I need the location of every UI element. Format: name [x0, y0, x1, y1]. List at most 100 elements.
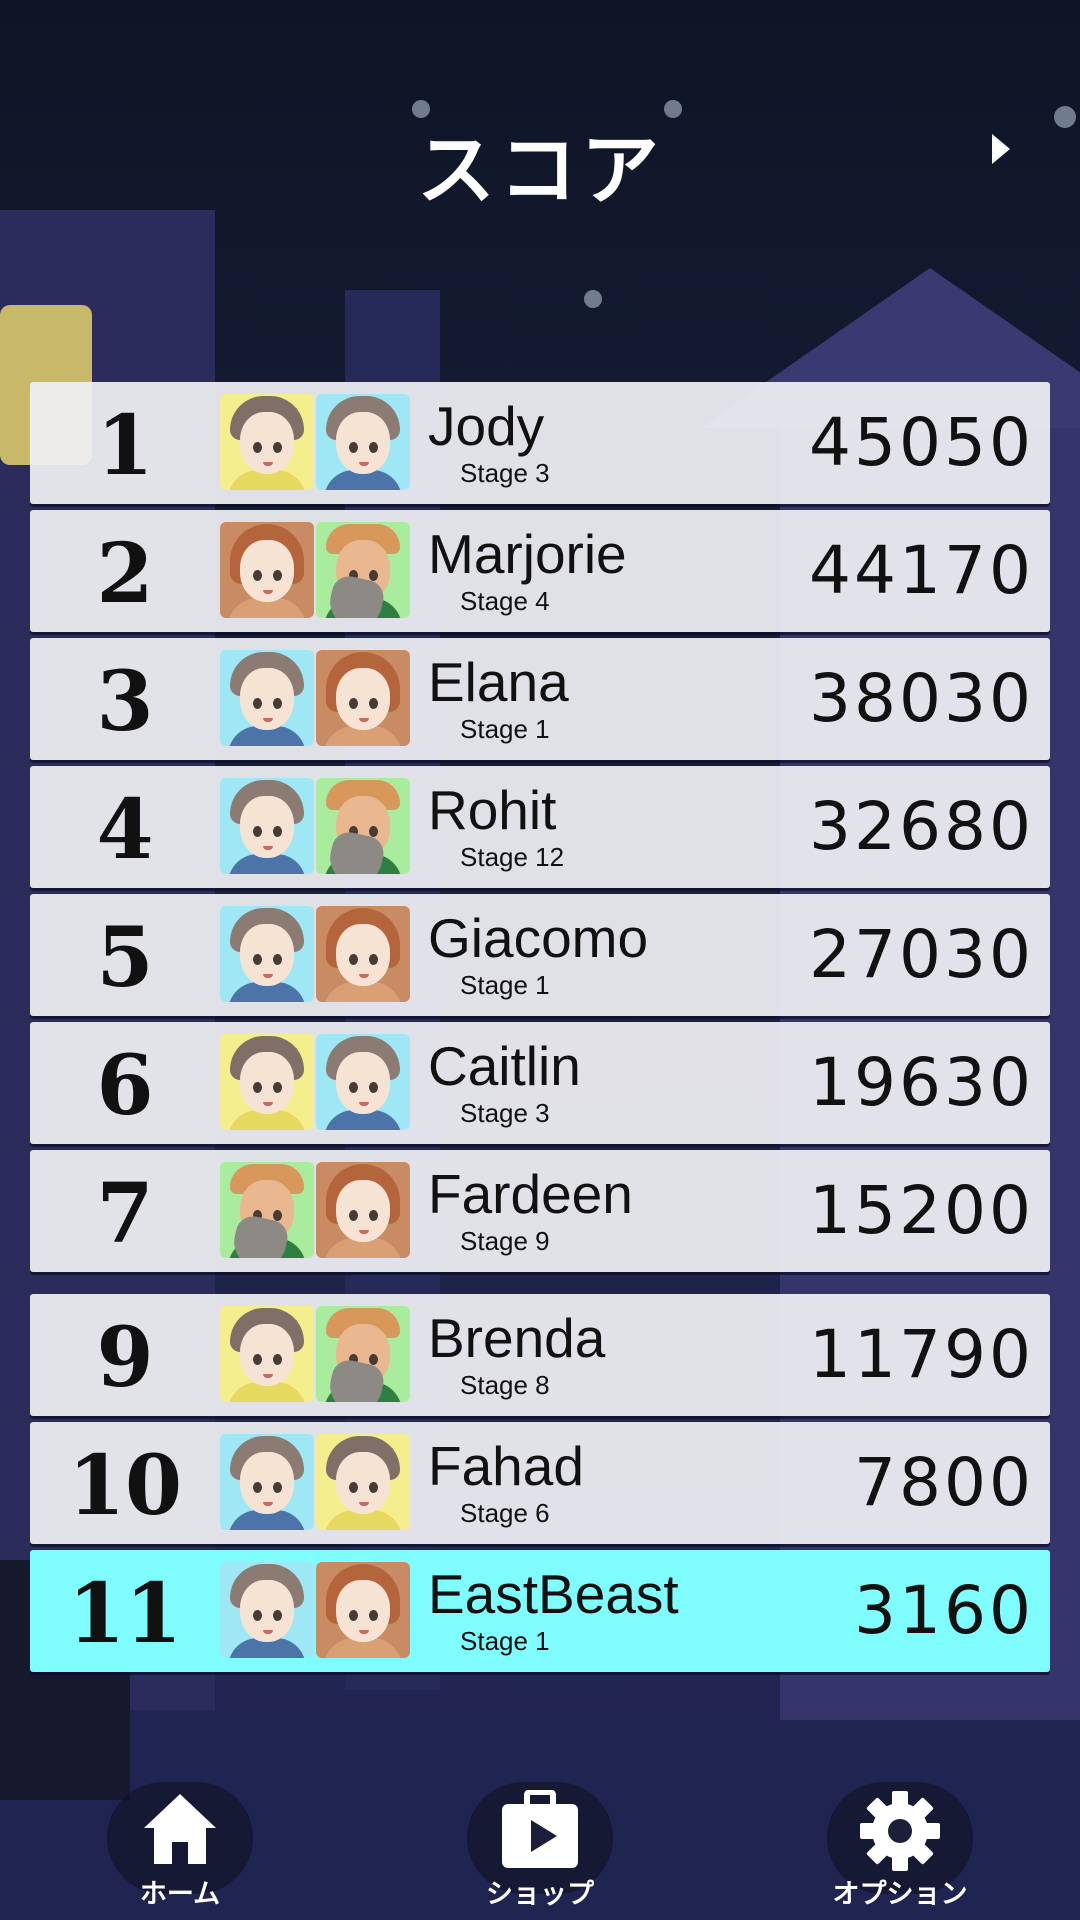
player-score: 45050 [809, 404, 1034, 481]
avatar-eye [253, 442, 262, 453]
player-stage: Stage 1 [460, 1626, 550, 1656]
player-stage: Stage 4 [460, 586, 550, 616]
character-avatar-sage [316, 522, 410, 618]
avatar-eye [253, 698, 262, 709]
score-row: 2 Marjorie Stage 4 44170 [30, 510, 1050, 632]
character-avatar-auburn [316, 906, 410, 1002]
player-score: 7800 [854, 1444, 1034, 1521]
player-name: Fardeen [428, 1163, 633, 1225]
nav-label: ショップ [486, 1879, 594, 1910]
character-avatar-sage [316, 778, 410, 874]
nav-label: オプション [832, 1879, 968, 1910]
player-score: 32680 [809, 788, 1034, 865]
player-score: 11790 [809, 1316, 1034, 1393]
avatar-eye [253, 1610, 262, 1621]
avatar-eye [273, 954, 282, 965]
player-stage: Stage 1 [460, 714, 550, 744]
star [584, 290, 602, 308]
score-row: 1 Jody Stage 3 45050 [30, 382, 1050, 504]
avatar-eye [349, 954, 358, 965]
avatar-eye [253, 1354, 262, 1365]
player-name: Giacomo [428, 907, 649, 969]
avatar-eye [273, 1082, 282, 1093]
avatar-eye [349, 1482, 358, 1493]
avatar-eye [369, 570, 378, 581]
player-score: 19630 [809, 1044, 1034, 1121]
shop-play-icon [502, 1790, 578, 1868]
character-avatar-boy [316, 394, 410, 490]
avatar-eye [369, 1482, 378, 1493]
score-row: 3 Elana Stage 1 38030 [30, 638, 1050, 760]
rank-number: 3 [96, 654, 154, 750]
avatar-eye [253, 570, 262, 581]
character-avatar-auburn [316, 650, 410, 746]
rank-number: 9 [96, 1310, 154, 1406]
avatar-eye [369, 826, 378, 837]
rank-number: 10 [67, 1438, 183, 1534]
avatar-eye [349, 442, 358, 453]
player-name: Fahad [428, 1435, 584, 1497]
character-avatar-auburn [316, 1562, 410, 1658]
rank-number: 1 [96, 398, 154, 494]
play-arrow-icon[interactable] [992, 134, 1010, 164]
avatar-eye [273, 1354, 282, 1365]
options-button[interactable]: オプション [815, 1782, 985, 1910]
home-button[interactable]: ホーム [95, 1782, 265, 1910]
player-stage: Stage 9 [460, 1226, 550, 1256]
rank-number: 7 [96, 1166, 154, 1262]
avatar-eye [273, 442, 282, 453]
avatar-eye [369, 1610, 378, 1621]
page-title: スコア [416, 126, 663, 216]
character-avatar-auburn [316, 1162, 410, 1258]
avatar-eye [253, 1082, 262, 1093]
player-score: 15200 [809, 1172, 1034, 1249]
player-stage: Stage 3 [460, 1098, 550, 1128]
character-avatar-boy [220, 1434, 314, 1530]
avatar-eye [273, 1610, 282, 1621]
rank-number: 4 [96, 782, 154, 878]
player-stage: Stage 3 [460, 458, 550, 488]
avatar-eye [273, 570, 282, 581]
score-row: 6 Caitlin Stage 3 19630 [30, 1022, 1050, 1144]
character-avatar-boy [220, 906, 314, 1002]
avatar-eye [349, 698, 358, 709]
home-icon [144, 1794, 216, 1864]
rank-number: 2 [96, 526, 154, 622]
current-player-row: 11 EastBeast Stage 1 3160 [30, 1550, 1050, 1672]
player-score: 38030 [809, 660, 1034, 737]
player-stage: Stage 12 [460, 842, 565, 872]
player-name: Marjorie [428, 523, 627, 585]
score-row: 9 Brenda Stage 8 11790 [30, 1294, 1050, 1416]
player-name: Brenda [428, 1307, 606, 1369]
character-avatar-girl [220, 1034, 314, 1130]
avatar-eye [369, 1210, 378, 1221]
avatar-eye [253, 826, 262, 837]
character-avatar-boy [220, 778, 314, 874]
avatar-eye [273, 826, 282, 837]
player-name: Rohit [428, 779, 557, 841]
avatar-eye [253, 1482, 262, 1493]
player-name: Elana [428, 651, 569, 713]
avatar-eye [369, 698, 378, 709]
character-avatar-auburn [220, 522, 314, 618]
score-row: 7 Fardeen Stage 9 15200 [30, 1150, 1050, 1272]
character-avatar-boy [220, 1562, 314, 1658]
avatar-eye [253, 954, 262, 965]
avatar-eye [369, 954, 378, 965]
character-avatar-girl [316, 1434, 410, 1530]
shop-button[interactable]: ショップ [455, 1782, 625, 1910]
avatar-eye [349, 1610, 358, 1621]
rank-number: 5 [96, 910, 154, 1006]
player-name: EastBeast [428, 1563, 679, 1625]
rank-number: 6 [96, 1038, 154, 1134]
score-row: 10 Fahad Stage 6 7800 [30, 1422, 1050, 1544]
character-avatar-boy [316, 1034, 410, 1130]
gear-icon [860, 1791, 940, 1871]
player-score: 27030 [809, 916, 1034, 993]
character-avatar-girl [220, 1306, 314, 1402]
avatar-eye [273, 1482, 282, 1493]
score-row: 5 Giacomo Stage 1 27030 [30, 894, 1050, 1016]
nav-label: ホーム [139, 1879, 221, 1910]
avatar-eye [273, 1210, 282, 1221]
avatar-eye [349, 1082, 358, 1093]
